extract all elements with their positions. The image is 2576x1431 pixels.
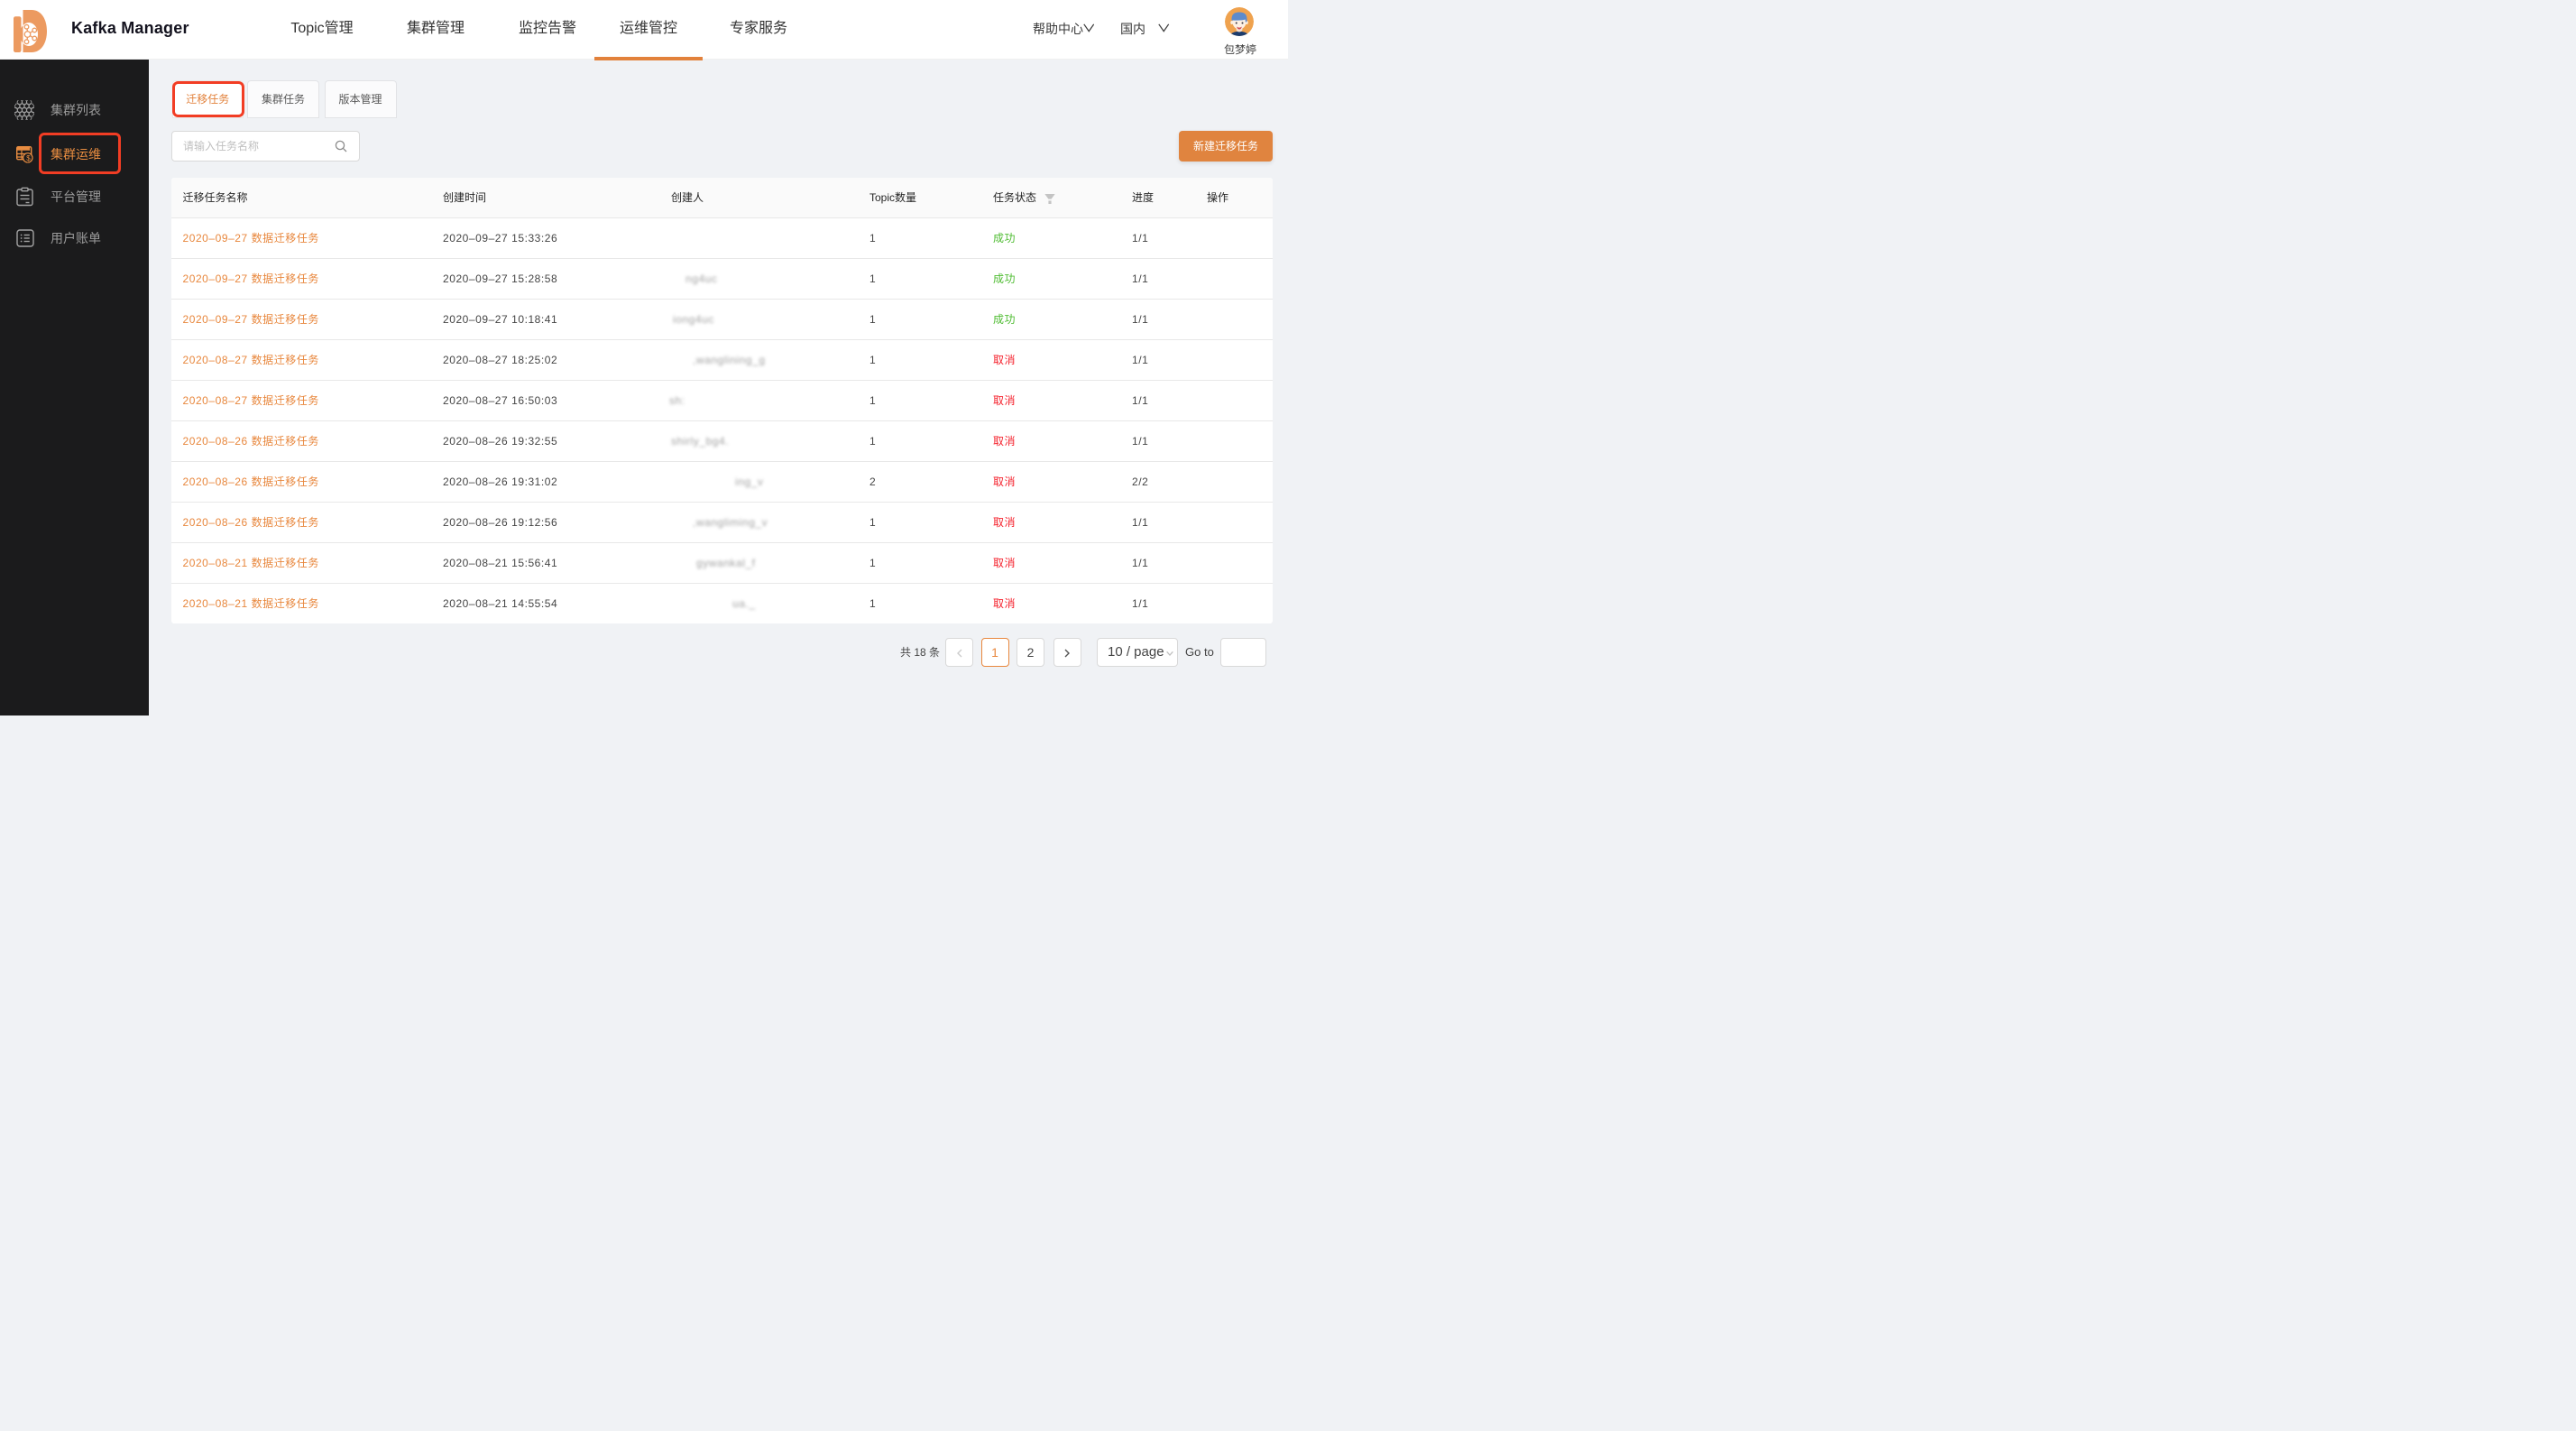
svg-text:$: $ — [26, 154, 31, 162]
